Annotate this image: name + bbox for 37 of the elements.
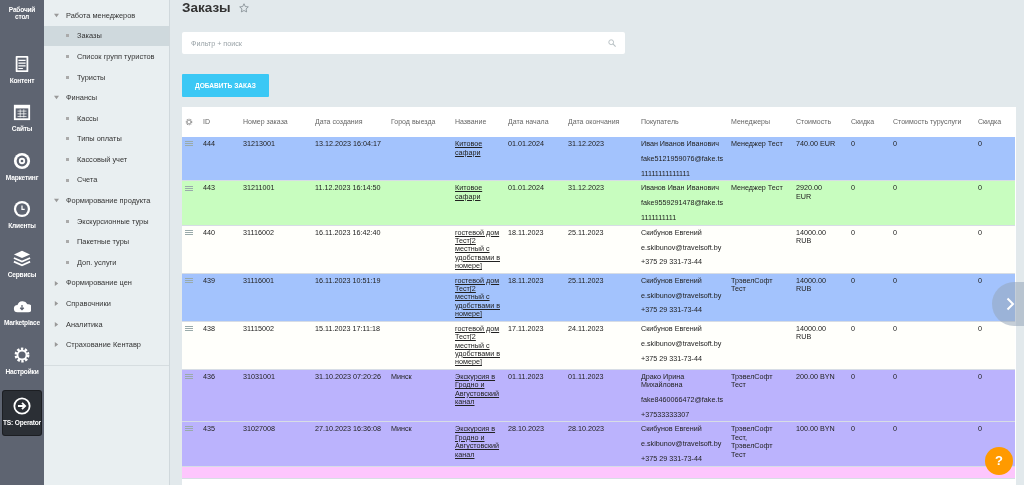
caret-right-icon xyxy=(54,280,59,286)
menu-icon[interactable] xyxy=(185,141,193,148)
star-icon[interactable] xyxy=(238,3,249,14)
menu-icon[interactable] xyxy=(185,325,193,332)
bullet-icon xyxy=(66,34,69,38)
menu-icon[interactable] xyxy=(185,185,193,192)
target-icon xyxy=(13,151,31,170)
menu-icon[interactable] xyxy=(185,229,193,236)
caret-right-icon xyxy=(54,342,59,348)
bullet-icon xyxy=(66,178,69,182)
settings-icon[interactable] xyxy=(185,118,193,127)
caret-right-icon xyxy=(54,301,59,307)
caret-down-icon xyxy=(54,95,59,101)
page-title: Заказы xyxy=(182,0,231,17)
settings-icon xyxy=(13,345,31,364)
calendar-icon xyxy=(13,103,31,121)
document-icon xyxy=(13,54,31,73)
bullet-icon xyxy=(66,219,69,223)
clock-icon xyxy=(13,200,31,218)
layers-icon xyxy=(13,248,31,267)
search-icon[interactable] xyxy=(608,39,616,48)
menu-icon[interactable] xyxy=(185,277,193,284)
bullet-icon xyxy=(66,157,69,161)
bullet-icon xyxy=(66,55,69,58)
arrow-circle-icon xyxy=(13,397,31,415)
table-row[interactable] xyxy=(182,421,1015,467)
bullet-icon xyxy=(66,240,69,244)
menu-icon[interactable] xyxy=(185,426,193,433)
caret-down-icon xyxy=(54,198,59,204)
menu-icon[interactable] xyxy=(185,373,193,380)
bullet-icon xyxy=(66,116,69,120)
bullet-icon xyxy=(66,75,69,79)
next-arrow-button[interactable] xyxy=(992,282,1024,326)
bullet-icon xyxy=(66,137,69,141)
caret-down-icon xyxy=(54,12,59,18)
caret-right-icon xyxy=(54,321,59,327)
bullet-icon xyxy=(66,260,69,264)
